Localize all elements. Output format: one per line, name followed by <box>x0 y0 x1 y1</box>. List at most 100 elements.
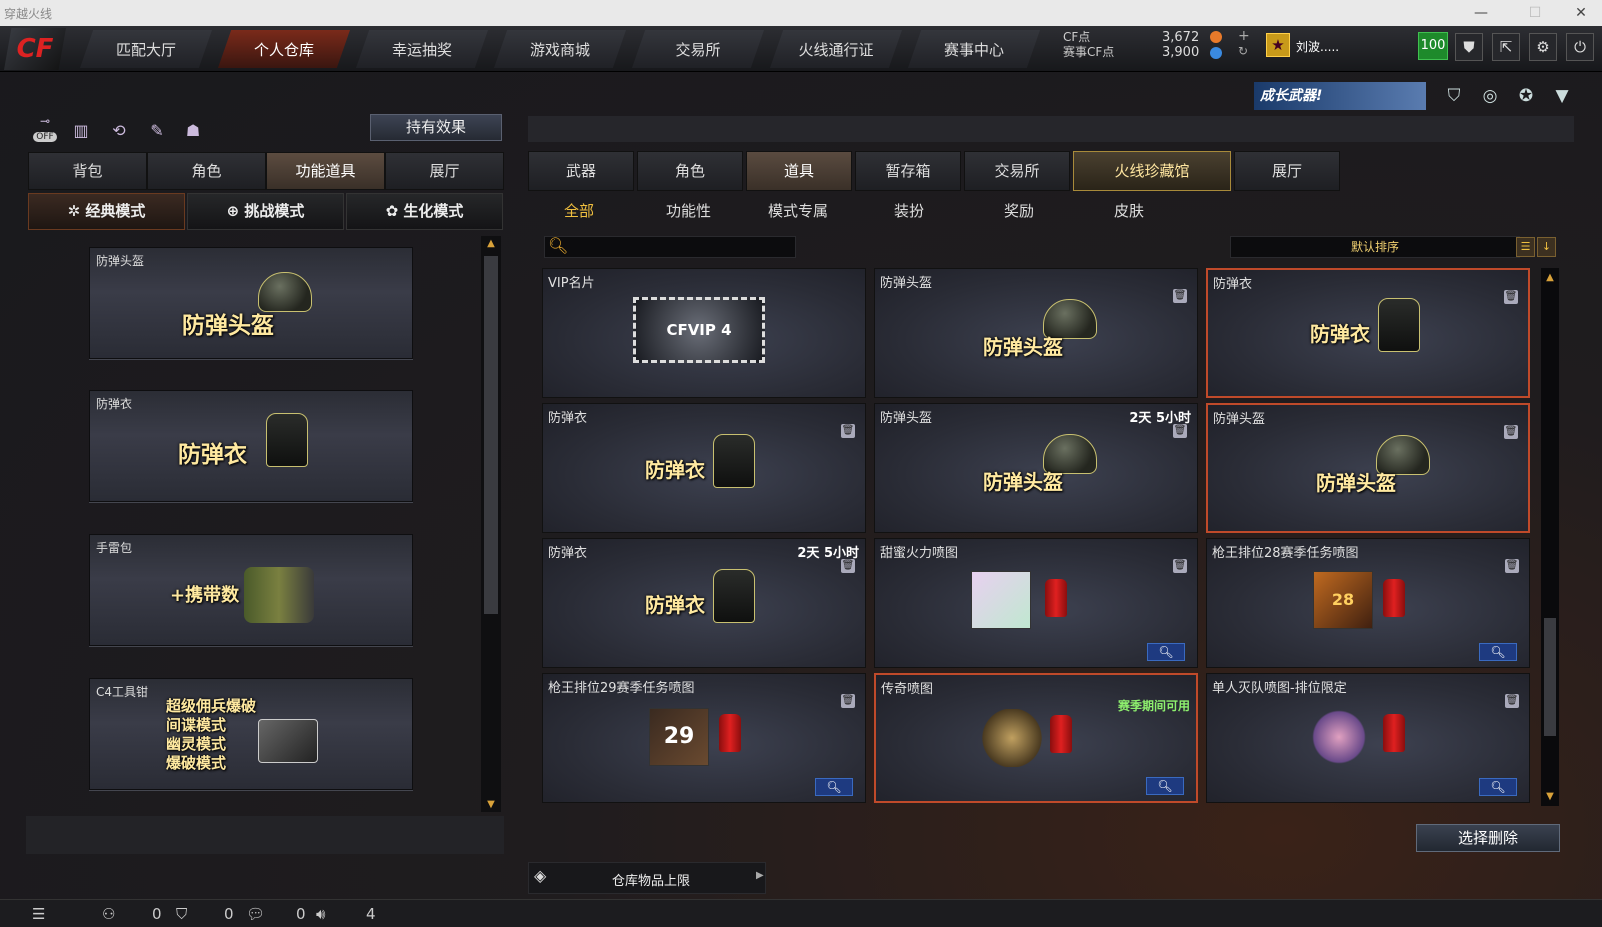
close-button[interactable]: ✕ <box>1566 2 1596 24</box>
scroll-down-icon[interactable]: ▼ <box>481 799 501 810</box>
trash-icon[interactable]: 🗑︎ <box>1173 289 1187 303</box>
grid-item-season28-spray[interactable]: 枪王排位28赛季任务喷图 🗑︎ 28 🔍︎ <box>1206 538 1530 668</box>
rtab-temp-box[interactable]: 暂存箱 <box>855 151 961 191</box>
tab-backpack[interactable]: 背包 <box>28 152 147 190</box>
list-view-icon[interactable]: ☰ <box>1516 237 1535 257</box>
exit-icon[interactable]: ⇱ <box>1492 33 1520 61</box>
trash-icon[interactable]: 🗑︎ <box>1505 559 1519 573</box>
mode-challenge[interactable]: ⊕ 挑战模式 <box>187 193 344 230</box>
trash-icon[interactable]: 🗑︎ <box>841 559 855 573</box>
grid-item-vest[interactable]: 防弹衣 🗑︎ 防弹衣 <box>542 403 866 533</box>
tab-showroom[interactable]: 展厅 <box>385 152 504 190</box>
nav-tab-warehouse[interactable]: 个人仓库 <box>218 30 350 68</box>
grid-scrollbar[interactable]: ▲ ▼ <box>1541 268 1559 806</box>
mode-biochem[interactable]: ✿ 生化模式 <box>346 193 503 230</box>
nav-tab-events[interactable]: 赛事中心 <box>908 30 1040 68</box>
nav-tab-pass[interactable]: 火线通行证 <box>770 30 902 68</box>
sort-direction-icon[interactable]: ↓ <box>1537 237 1556 257</box>
gear-icon[interactable]: ⚙ <box>1529 33 1557 61</box>
nav-tab-match-hall[interactable]: 匹配大厅 <box>80 30 212 68</box>
tab-function-items[interactable]: 功能道具 <box>266 152 385 190</box>
vip-wing-icon[interactable]: ▼ <box>1550 86 1574 108</box>
left-item-c4-tool[interactable]: C4工具钳 超级佣兵爆破 间谍模式 幽灵模式 爆破模式 <box>89 678 413 790</box>
nav-tab-exchange[interactable]: 交易所 <box>632 30 764 68</box>
shield-icon[interactable]: ⛊ <box>1455 33 1483 61</box>
grid-item-helmet[interactable]: 防弹头盔 2天 5小时 🗑︎ 防弹头盔 <box>874 403 1198 533</box>
trash-icon[interactable]: 🗑︎ <box>1505 694 1519 708</box>
trash-icon[interactable]: 🗑︎ <box>841 424 855 438</box>
target-icon[interactable]: ◎ <box>1478 86 1502 108</box>
rtab-showroom[interactable]: 展厅 <box>1234 151 1340 191</box>
left-item-vest[interactable]: 防弹衣 防弹衣 <box>89 390 413 502</box>
preview-magnifier-icon[interactable]: 🔍︎ <box>1146 777 1184 795</box>
subtab-decoration[interactable]: 装扮 <box>894 200 924 221</box>
preview-magnifier-icon[interactable]: 🔍︎ <box>815 778 853 796</box>
preview-magnifier-icon[interactable]: 🔍︎ <box>1147 643 1185 661</box>
rank-icon[interactable]: ★ <box>1266 33 1290 57</box>
grid-item-helmet[interactable]: 防弹头盔 🗑︎ 防弹头盔 <box>874 268 1198 398</box>
refresh-icon[interactable]: ↻ <box>1238 44 1248 58</box>
add-points-icon[interactable]: + <box>1238 28 1250 44</box>
cf-logo[interactable]: CF <box>4 28 66 70</box>
rtab-exchange[interactable]: 交易所 <box>964 151 1070 191</box>
rtab-collection[interactable]: 火线珍藏馆 <box>1073 151 1231 191</box>
minimize-button[interactable]: — <box>1466 2 1496 24</box>
select-delete-button[interactable]: 选择删除 <box>1416 824 1560 852</box>
left-item-helmet[interactable]: 防弹头盔 防弹头盔 <box>89 247 413 359</box>
grenade-icon[interactable]: ☗ <box>180 118 206 144</box>
speaker-icon[interactable]: 🔊︎ <box>316 905 325 923</box>
grid-item-vest[interactable]: 防弹衣 🗑︎ 防弹衣 <box>1206 268 1530 398</box>
growth-weapon-banner[interactable]: 成长武器! <box>1254 82 1426 110</box>
left-scroll-thumb[interactable] <box>484 256 498 614</box>
grid-item-vip-card[interactable]: VIP名片 CFVIP 4 <box>542 268 866 398</box>
grid-item-sweet-spray[interactable]: 甜蜜火力喷图 🗑︎ 🔍︎ <box>874 538 1198 668</box>
subtab-rewards[interactable]: 奖励 <box>1004 200 1034 221</box>
rtab-character[interactable]: 角色 <box>637 151 743 191</box>
grid-item-solo-wipe-spray[interactable]: 单人灭队喷图-排位限定 🗑︎ 🔍︎ <box>1206 673 1530 803</box>
subtab-functional[interactable]: 功能性 <box>666 200 711 221</box>
maximize-button[interactable]: ☐ <box>1520 2 1550 24</box>
subtab-skins[interactable]: 皮肤 <box>1114 200 1144 221</box>
stats-icon[interactable]: ▥ <box>68 118 94 144</box>
power-icon[interactable]: ⏻ <box>1566 33 1594 61</box>
history-icon[interactable]: ⟲ <box>106 118 132 144</box>
sort-dropdown[interactable]: 默认排序 <box>1230 236 1520 258</box>
preview-magnifier-icon[interactable]: 🔍︎ <box>1479 778 1517 796</box>
nav-tab-shop[interactable]: 游戏商城 <box>494 30 626 68</box>
expand-arrow-icon[interactable]: ▶ <box>756 870 764 881</box>
menu-list-icon[interactable]: ☰ <box>32 905 45 923</box>
trash-icon[interactable]: 🗑︎ <box>1504 290 1518 304</box>
rtab-weapons[interactable]: 武器 <box>528 151 634 191</box>
grenade-pack-icon <box>244 567 314 623</box>
preview-magnifier-icon[interactable]: 🔍︎ <box>1479 643 1517 661</box>
trash-icon[interactable]: 🗑︎ <box>1504 425 1518 439</box>
trash-icon[interactable]: 🗑︎ <box>1173 424 1187 438</box>
grid-item-season29-spray[interactable]: 枪王排位29赛季任务喷图 🗑︎ 29 🔍︎ <box>542 673 866 803</box>
honor-icon[interactable]: ⛉ <box>1442 86 1466 108</box>
grid-scroll-thumb[interactable] <box>1544 618 1556 736</box>
chat-icon[interactable]: 💬︎ <box>246 905 265 923</box>
subtab-mode-exclusive[interactable]: 模式专属 <box>768 200 828 221</box>
scroll-up-icon[interactable]: ▲ <box>481 238 501 249</box>
grid-item-helmet[interactable]: 防弹头盔 🗑︎ 防弹头盔 <box>1206 403 1530 533</box>
left-item-grenade-pack[interactable]: 手雷包 +携带数 <box>89 534 413 646</box>
scroll-up-icon[interactable]: ▲ <box>1541 272 1559 283</box>
search-input[interactable] <box>544 236 796 258</box>
clan-icon[interactable]: ⛉ <box>176 905 187 923</box>
grid-item-legend-spray[interactable]: 传奇喷图 赛季期间可用 🔍︎ <box>874 673 1198 803</box>
subtab-all[interactable]: 全部 <box>564 200 594 221</box>
nav-tab-lottery[interactable]: 幸运抽奖 <box>356 30 488 68</box>
spray-tool-icon[interactable]: ✎ <box>144 118 170 144</box>
scroll-down-icon[interactable]: ▼ <box>1541 791 1559 802</box>
friends-icon[interactable]: ⚇ <box>102 905 115 923</box>
rtab-items[interactable]: 道具 <box>746 151 852 191</box>
mode-classic[interactable]: ✲ 经典模式 <box>28 193 185 230</box>
toggle-off-icon[interactable]: ⊸ OFF <box>30 114 60 142</box>
trash-icon[interactable]: 🗑︎ <box>841 694 855 708</box>
tab-character[interactable]: 角色 <box>147 152 266 190</box>
grid-item-vest[interactable]: 防弹衣 2天 5小时 🗑︎ 防弹衣 <box>542 538 866 668</box>
badge-icon[interactable]: ✪ <box>1514 86 1538 108</box>
trash-icon[interactable]: 🗑︎ <box>1173 559 1187 573</box>
hold-effect-button[interactable]: 持有效果 <box>370 114 502 141</box>
left-scrollbar[interactable]: ▲ ▼ <box>481 236 501 812</box>
